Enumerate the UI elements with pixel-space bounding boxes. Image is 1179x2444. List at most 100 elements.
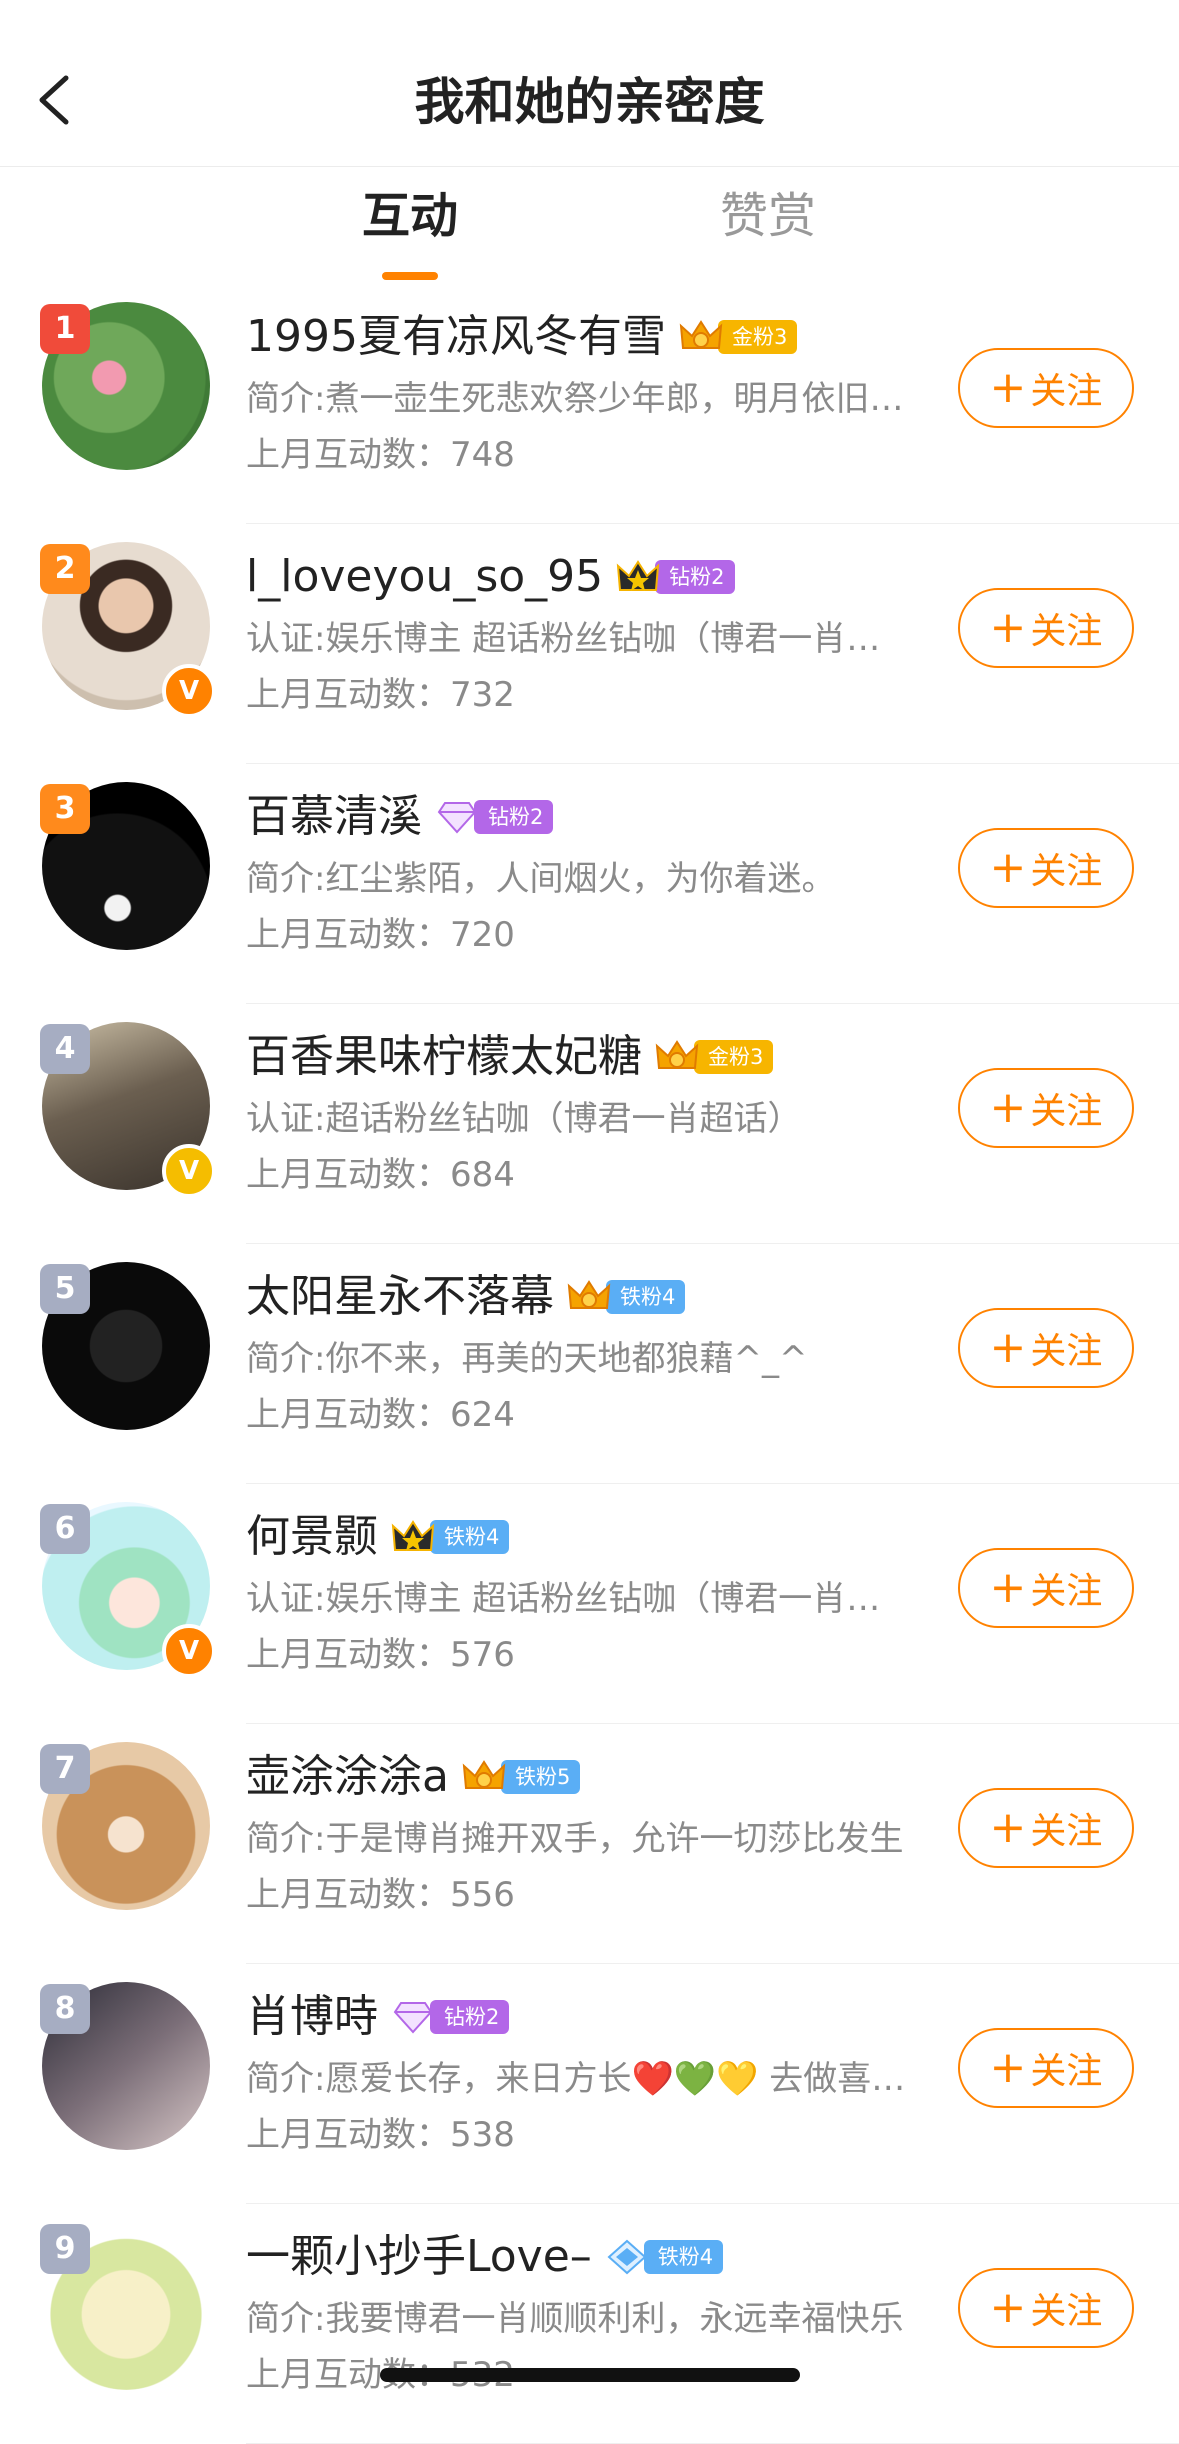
follow-button[interactable]: + 关注 <box>958 2268 1134 2348</box>
plus-icon: + <box>989 602 1027 653</box>
follow-label: 关注 <box>1030 611 1103 652</box>
list-item[interactable]: 4 V 百香果味柠檬太妃糖 金粉3 认证:超话粉丝钻咖（博君一肖超话） 上月互动… <box>0 1004 1179 1244</box>
follow-button[interactable]: + 关注 <box>958 828 1134 908</box>
rank-badge: 4 <box>40 1024 90 1074</box>
follow-label: 关注 <box>1030 1091 1103 1132</box>
fan-level-label: 金粉3 <box>717 320 798 354</box>
tab-bar: 互动 赞赏 <box>0 166 1179 284</box>
follow-button[interactable]: + 关注 <box>958 1308 1134 1388</box>
list-item[interactable]: 1 1995夏有凉风冬有雪 金粉3 简介:煮一壶生死悲欢祭少年郎，明月依旧何来.… <box>0 284 1179 524</box>
crown-gold-icon <box>461 1757 507 1797</box>
verified-badge-icon: V <box>162 1144 216 1198</box>
follow-label: 关注 <box>1030 371 1103 412</box>
rank-badge: 8 <box>40 1984 90 2034</box>
plus-icon: + <box>989 2282 1027 2333</box>
name-line: 何景颢 铁粉4 <box>246 1506 510 1568</box>
user-description: 简介:于是博肖摊开双手，允许一切莎比发生 <box>246 1819 904 1859</box>
user-description: 认证:娱乐博主 超话粉丝钻咖（博君一肖超话） <box>246 1579 914 1619</box>
plus-icon: + <box>989 1082 1027 1133</box>
plus-icon: + <box>989 1562 1027 1613</box>
diamond-blue-icon <box>604 2237 650 2277</box>
name-line: 壶涂涂涂a 铁粉5 <box>246 1746 581 1808</box>
user-name[interactable]: 1995夏有凉风冬有雪 <box>246 306 666 368</box>
rank-badge: 7 <box>40 1744 90 1794</box>
fan-level-badge: 金粉3 <box>678 317 798 357</box>
list-item[interactable]: 6 V 何景颢 铁粉4 认证:娱乐博主 超话粉丝钻咖（博君一肖超话） 上月互动数… <box>0 1484 1179 1724</box>
plus-icon: + <box>989 1802 1027 1853</box>
user-description: 简介:愿爱长存，来日方长❤️💚💛 去做喜欢的事 <box>246 2059 914 2099</box>
monthly-interaction-count: 上月互动数：576 <box>246 1635 515 1675</box>
rank-badge: 1 <box>40 304 90 354</box>
rank-badge: 5 <box>40 1264 90 1314</box>
follow-button[interactable]: + 关注 <box>958 348 1134 428</box>
user-name[interactable]: 肖博時 <box>246 1986 378 2048</box>
follow-label: 关注 <box>1030 2291 1103 2332</box>
fan-level-badge: 铁粉4 <box>566 1277 686 1317</box>
follow-button[interactable]: + 关注 <box>958 1068 1134 1148</box>
fan-level-badge: 钻粉2 <box>615 557 735 597</box>
plus-icon: + <box>989 2042 1027 2093</box>
user-description: 简介:红尘紫陌，人间烟火，为你着迷。 <box>246 859 836 899</box>
user-name[interactable]: 壶涂涂涂a <box>246 1746 449 1808</box>
list-item[interactable]: 8 肖博時 钻粉2 简介:愿爱长存，来日方长❤️💚💛 去做喜欢的事 上月互动数：… <box>0 1964 1179 2204</box>
rank-badge: 9 <box>40 2224 90 2274</box>
tab-rewards[interactable]: 赞赏 <box>720 186 816 246</box>
rank-badge: 6 <box>40 1504 90 1554</box>
monthly-interaction-count: 上月互动数：732 <box>246 675 515 715</box>
diamond-icon <box>434 797 480 837</box>
follow-label: 关注 <box>1030 1811 1103 1852</box>
fan-level-badge: 金粉3 <box>654 1037 774 1077</box>
fan-level-label: 铁粉5 <box>500 1760 581 1794</box>
diamond-icon <box>390 1997 436 2037</box>
user-name[interactable]: l_loveyou_so_95 <box>246 546 603 608</box>
user-name[interactable]: 何景颢 <box>246 1506 378 1568</box>
name-line: l_loveyou_so_95 钻粉2 <box>246 546 735 608</box>
fan-level-label: 金粉3 <box>694 1040 774 1074</box>
follow-button[interactable]: + 关注 <box>958 2028 1134 2108</box>
monthly-interaction-count: 上月互动数：720 <box>246 915 515 955</box>
fan-level-label: 铁粉4 <box>606 1280 686 1314</box>
follow-label: 关注 <box>1030 1331 1103 1372</box>
fan-level-label: 铁粉4 <box>643 2240 724 2274</box>
follow-button[interactable]: + 关注 <box>958 1788 1134 1868</box>
plus-icon: + <box>989 1322 1027 1373</box>
follow-button[interactable]: + 关注 <box>958 1548 1134 1628</box>
user-name[interactable]: 一颗小抄手Love– <box>246 2226 592 2288</box>
name-line: 肖博時 钻粉2 <box>246 1986 510 2048</box>
follow-button[interactable]: + 关注 <box>958 588 1134 668</box>
fan-level-badge: 钻粉2 <box>434 797 554 837</box>
fan-level-label: 铁粉4 <box>430 1520 510 1554</box>
fan-level-badge: 铁粉5 <box>461 1757 581 1797</box>
list-item[interactable]: 2 V l_loveyou_so_95 钻粉2 认证:娱乐博主 超话粉丝钻咖（博… <box>0 524 1179 764</box>
user-description: 认证:超话粉丝钻咖（博君一肖超话） <box>246 1099 802 1139</box>
plus-icon: + <box>989 842 1027 893</box>
active-tab-indicator <box>382 272 438 280</box>
page-title: 我和她的亲密度 <box>414 73 765 131</box>
user-description: 认证:娱乐博主 超话粉丝钻咖（博君一肖超话） <box>246 619 914 659</box>
user-name[interactable]: 百慕清溪 <box>246 786 422 848</box>
verified-badge-icon: V <box>162 1624 216 1678</box>
fan-level-badge: 铁粉4 <box>604 2237 724 2277</box>
crown-gold-icon <box>654 1037 700 1077</box>
follow-label: 关注 <box>1030 851 1103 892</box>
monthly-interaction-count: 上月互动数：684 <box>246 1155 515 1195</box>
monthly-interaction-count: 上月互动数：556 <box>246 1875 515 1915</box>
user-name[interactable]: 百香果味柠檬太妃糖 <box>246 1026 642 1088</box>
fan-level-badge: 钻粉2 <box>390 1997 510 2037</box>
name-line: 太阳星永不落幕 铁粉4 <box>246 1266 686 1328</box>
user-description: 简介:煮一壶生死悲欢祭少年郎，明月依旧何来... <box>246 379 914 419</box>
list-item[interactable]: 5 太阳星永不落幕 铁粉4 简介:你不来，再美的天地都狼藉^_^ 上月互动数：6… <box>0 1244 1179 1484</box>
monthly-interaction-count: 上月互动数：748 <box>246 435 515 475</box>
user-name[interactable]: 太阳星永不落幕 <box>246 1266 554 1328</box>
crown-black-icon <box>615 557 661 597</box>
tab-interaction[interactable]: 互动 <box>362 186 458 246</box>
rank-badge: 2 <box>40 544 90 594</box>
list-item[interactable]: 3 百慕清溪 钻粉2 简介:红尘紫陌，人间烟火，为你着迷。 上月互动数：720 … <box>0 764 1179 1004</box>
plus-icon: + <box>989 362 1027 413</box>
follow-label: 关注 <box>1030 1571 1103 1612</box>
list-item[interactable]: 9 一颗小抄手Love– 铁粉4 简介:我要博君一肖顺顺利利，永远幸福快乐 上月… <box>0 2204 1179 2444</box>
home-indicator <box>380 2368 800 2382</box>
list-item[interactable]: 7 壶涂涂涂a 铁粉5 简介:于是博肖摊开双手，允许一切莎比发生 上月互动数：5… <box>0 1724 1179 1964</box>
crown-gold-icon <box>566 1277 612 1317</box>
name-line: 1995夏有凉风冬有雪 金粉3 <box>246 306 798 368</box>
